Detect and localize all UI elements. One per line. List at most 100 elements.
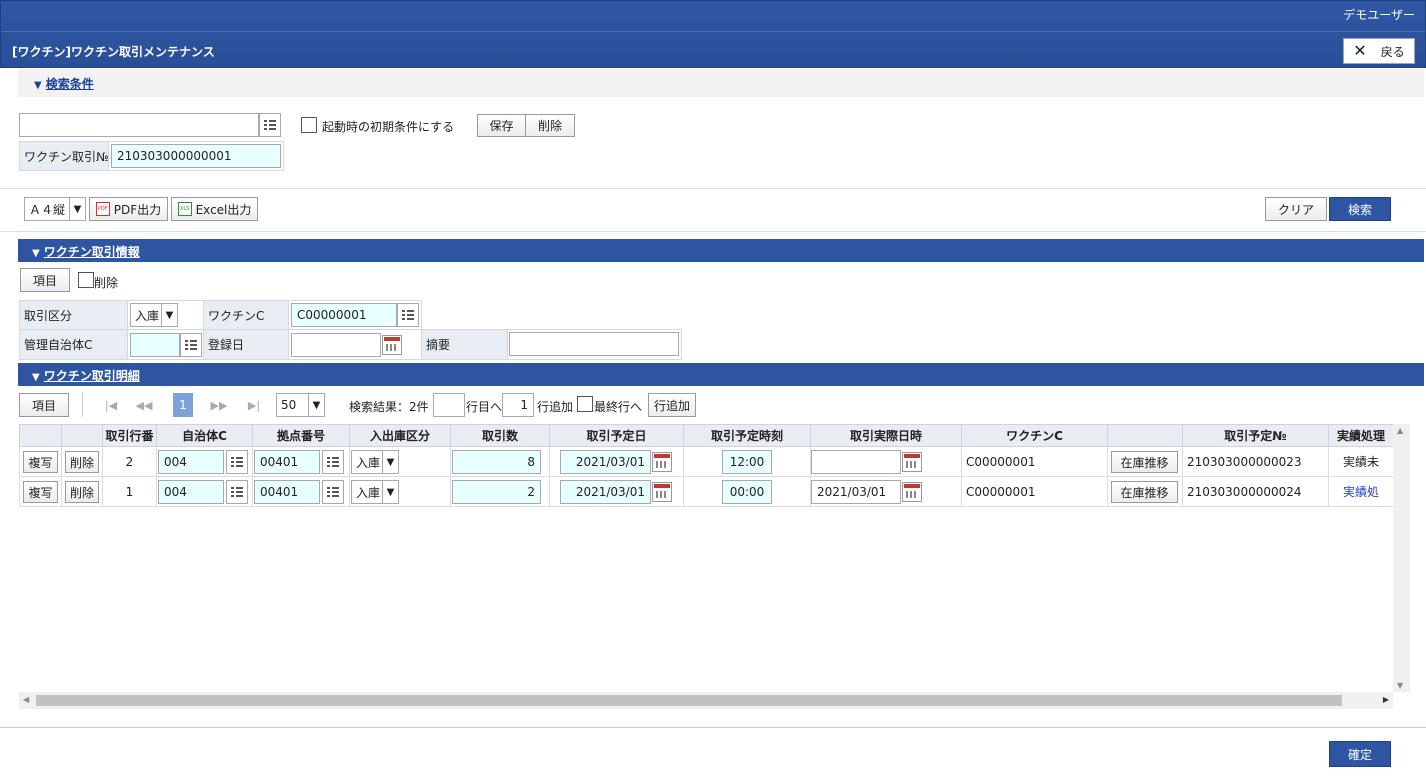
quantity-input[interactable]: 2: [452, 480, 541, 504]
vaccine-code-list-button[interactable]: [397, 303, 419, 327]
summary-input[interactable]: [509, 332, 679, 356]
col-municipality: 自治体C: [156, 424, 253, 447]
calendar-icon[interactable]: [652, 482, 672, 502]
paper-size-select[interactable]: Ａ４縦 ▼: [24, 197, 86, 221]
stock-cell: 在庫推移: [1107, 446, 1183, 477]
municipality-list-button[interactable]: [226, 480, 248, 504]
collapse-triangle-icon[interactable]: ▼: [32, 248, 40, 259]
horizontal-scrollbar[interactable]: ◀ ▶: [19, 692, 1393, 709]
col-copy: [19, 424, 62, 447]
row-delete-button[interactable]: 削除: [65, 451, 99, 473]
detail-items-button[interactable]: 項目: [19, 393, 69, 417]
reg-date-input[interactable]: [291, 333, 381, 357]
stock-transition-button[interactable]: 在庫推移: [1111, 481, 1178, 503]
plan-time-input[interactable]: 12:00: [722, 450, 772, 474]
delete-condition-button[interactable]: 削除: [525, 114, 575, 137]
excel-export-label: Excel出力: [195, 202, 252, 217]
info-delete-checkbox[interactable]: [78, 272, 94, 288]
calendar-icon[interactable]: [382, 335, 402, 355]
list-icon: [231, 457, 243, 467]
scroll-down-icon[interactable]: ▼: [1397, 681, 1403, 690]
row-delete-button[interactable]: 削除: [65, 481, 99, 503]
detail-section-toggle[interactable]: ワクチン取引明細: [44, 369, 140, 383]
io-type-select[interactable]: 入庫 ▼: [351, 480, 399, 504]
stock-transition-button[interactable]: 在庫推移: [1111, 451, 1178, 473]
add-row-button[interactable]: 行追加: [648, 393, 696, 417]
plan-time-input[interactable]: 00:00: [722, 480, 772, 504]
back-button[interactable]: ✕ 戻る: [1343, 38, 1415, 64]
add-row-link[interactable]: 行追加: [537, 398, 573, 415]
save-condition-button[interactable]: 保存: [477, 114, 526, 137]
scrollbar-thumb[interactable]: [36, 695, 1342, 706]
base-no-list-button[interactable]: [322, 480, 344, 504]
municipality-input[interactable]: 004: [158, 450, 224, 474]
clear-button[interactable]: クリア: [1265, 197, 1327, 221]
vaccine-trade-no-label: ワクチン取引№: [19, 141, 109, 171]
saved-condition-input[interactable]: [19, 113, 259, 137]
actual-datetime-input[interactable]: [811, 450, 901, 474]
vaccine-trade-no-input[interactable]: 210303000000001: [111, 144, 281, 168]
scroll-right-icon[interactable]: ▶: [1383, 695, 1389, 704]
municipality-list-button[interactable]: [226, 450, 248, 474]
plan-time-cell: 12:00: [683, 446, 811, 477]
last-page-icon[interactable]: ▶|: [239, 393, 269, 417]
excel-export-button[interactable]: XLS Excel出力: [171, 197, 258, 221]
calendar-icon[interactable]: [902, 482, 922, 502]
copy-button[interactable]: 複写: [23, 451, 58, 473]
municipality-input[interactable]: [130, 333, 180, 357]
goto-row-label[interactable]: 行目へ: [466, 398, 502, 415]
list-icon: [327, 487, 339, 497]
initial-condition-checkbox[interactable]: [301, 117, 317, 133]
status: 実績未: [1328, 446, 1394, 477]
prev-page-icon[interactable]: ◀◀: [129, 393, 159, 417]
trade-type-select[interactable]: 入庫 ▼: [130, 303, 178, 327]
search-button[interactable]: 検索: [1329, 197, 1391, 221]
vaccine-code-input[interactable]: C00000001: [291, 303, 397, 327]
first-page-icon[interactable]: |◀: [96, 393, 126, 417]
trade-type-value: 入庫: [135, 308, 160, 323]
result-count: 検索結果：2件: [349, 400, 429, 414]
scroll-up-icon[interactable]: ▲: [1397, 426, 1403, 435]
confirm-button[interactable]: 確定: [1329, 741, 1391, 767]
delete-cell: 削除: [61, 446, 103, 477]
last-row-checkbox[interactable]: [577, 396, 593, 412]
search-section-toggle[interactable]: 検索条件: [46, 77, 94, 91]
list-icon: [231, 487, 243, 497]
io-type-select[interactable]: 入庫 ▼: [351, 450, 399, 474]
calendar-icon[interactable]: [652, 452, 672, 472]
vertical-scrollbar[interactable]: ▲ ▼: [1393, 424, 1410, 692]
current-page-button[interactable]: 1: [173, 393, 193, 417]
plan-date-input[interactable]: 2021/03/01: [560, 450, 651, 474]
status-link[interactable]: 実績処: [1328, 476, 1394, 507]
toolbar-divider: [0, 188, 1426, 189]
base-no-input[interactable]: 00401: [254, 450, 320, 474]
info-items-button[interactable]: 項目: [20, 268, 70, 292]
calendar-icon[interactable]: [902, 452, 922, 472]
trade-type-label: 取引区分: [19, 300, 128, 330]
base-no-list-button[interactable]: [322, 450, 344, 474]
col-quantity: 取引数: [450, 424, 550, 447]
municipality-input[interactable]: 004: [158, 480, 224, 504]
reg-date-label: 登録日: [203, 329, 289, 360]
collapse-triangle-icon[interactable]: ▼: [34, 80, 42, 91]
pager-divider: [82, 393, 83, 417]
plan-date-input[interactable]: 2021/03/01: [560, 480, 651, 504]
add-count-input[interactable]: 1: [502, 393, 534, 417]
io-type-cell: 入庫 ▼: [349, 476, 451, 507]
copy-button[interactable]: 複写: [23, 481, 58, 503]
scroll-left-icon[interactable]: ◀: [23, 695, 29, 704]
quantity-input[interactable]: 8: [452, 450, 541, 474]
chevron-down-icon: ▼: [382, 481, 398, 503]
condition-list-button[interactable]: [259, 113, 281, 137]
goto-row-input[interactable]: [433, 393, 465, 417]
municipality-list-button[interactable]: [180, 333, 202, 357]
pdf-export-button[interactable]: PDF PDF出力: [89, 197, 168, 221]
next-page-icon[interactable]: ▶▶: [204, 393, 234, 417]
actual-datetime-input[interactable]: 2021/03/01: [811, 480, 901, 504]
list-icon: [327, 457, 339, 467]
page-size-select[interactable]: 50 ▼: [276, 393, 325, 417]
collapse-triangle-icon[interactable]: ▼: [32, 372, 40, 383]
base-no-input[interactable]: 00401: [254, 480, 320, 504]
info-section-toggle[interactable]: ワクチン取引情報: [44, 245, 140, 259]
plan-date-cell: 2021/03/01: [549, 446, 684, 477]
